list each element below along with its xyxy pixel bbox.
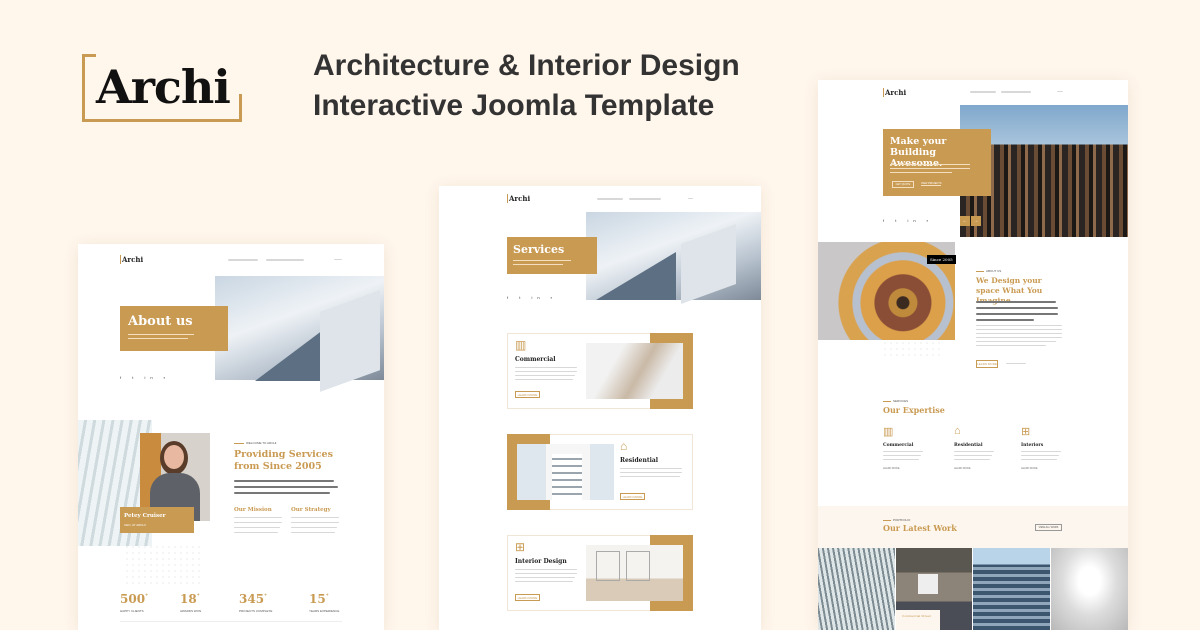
get-quote-button[interactable]: GET QUOTE — [892, 181, 914, 188]
headline: Architecture & Interior Design Interacti… — [313, 49, 740, 122]
hero-image — [215, 276, 384, 392]
portfolio-image-2[interactable]: Commercial Street — [896, 548, 972, 630]
learn-more-button[interactable]: LEARN MORE — [976, 360, 998, 368]
learn-more-link[interactable]: LEARN MORE — [883, 467, 900, 470]
portfolio-section — [818, 506, 1128, 548]
learn-more-button[interactable]: LEARN MORE — [620, 493, 645, 500]
social-icons[interactable]: f t in ▪ — [883, 218, 933, 223]
portfolio-image-3[interactable] — [973, 548, 1050, 630]
portfolio-image-4[interactable] — [1051, 548, 1128, 630]
interior-icon: ⊞ — [515, 540, 526, 554]
hero-title-box: About us — [120, 306, 228, 351]
about-page-preview: Archi About us f t in ▪ Petey Cruiser CE… — [78, 244, 384, 630]
residential-icon: ⌂ — [620, 439, 628, 453]
commercial-icon: ▥ — [515, 338, 527, 352]
mini-logo: Archi — [120, 255, 144, 264]
person-card: Petey Cruiser CEO, AT ARCHI — [120, 507, 194, 533]
commercial-icon: ▥ — [883, 426, 894, 438]
mini-logo: Archi — [883, 88, 907, 97]
services-page-preview: Archi Services f t in ▪ ▥ Commercial LEA… — [439, 186, 761, 630]
learn-more-link[interactable]: LEARN MORE — [954, 467, 971, 470]
hero-title-box: Make your Building Awesome. GET QUOTE VI… — [883, 129, 991, 196]
portfolio-image-1[interactable] — [818, 548, 895, 630]
home-page-preview: Archi ← → Make your Building Awesome. GE… — [818, 80, 1128, 630]
hero-next-button[interactable]: → — [971, 216, 981, 226]
learn-more-link[interactable]: LEARN MORE — [1021, 467, 1038, 470]
view-all-work-button[interactable]: VIEW ALL WORK — [1035, 524, 1062, 531]
learn-more-button[interactable]: LEARN MORE — [515, 391, 540, 398]
since-badge: Since 2005 — [927, 255, 956, 264]
social-icons[interactable]: f t in ▪ — [120, 375, 170, 380]
brand-logo: Archi — [82, 54, 242, 122]
mini-logo: Archi — [507, 194, 531, 203]
residential-icon: ⌂ — [954, 425, 961, 437]
hero-previous-button[interactable]: ← — [960, 216, 970, 226]
view-projects-button[interactable]: VIEW PROJECTS — [921, 182, 942, 186]
interior-icon: ⊞ — [1021, 426, 1031, 438]
social-icons[interactable]: f t in ▪ — [507, 295, 557, 300]
learn-more-button[interactable]: LEARN MORE — [515, 594, 540, 601]
hero-title-box: Services — [507, 237, 597, 274]
hero-image — [586, 212, 761, 305]
